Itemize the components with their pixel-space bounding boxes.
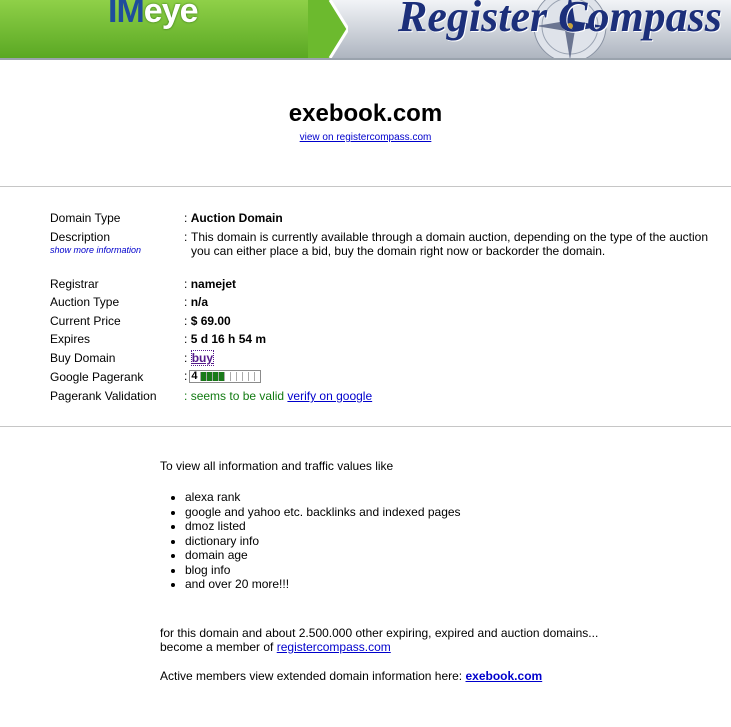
- pagerank-validation-value: : seems to be valid verify on google: [184, 389, 373, 403]
- logo-im-text: IM: [108, 0, 145, 30]
- imeye-logo[interactable]: IMeye: [108, 0, 199, 31]
- buy-link[interactable]: buy: [190, 350, 215, 366]
- section-divider: [0, 426, 731, 427]
- site-banner: IMeye Register Compass: [0, 0, 731, 58]
- auction-type-label: Auction Type: [50, 295, 120, 309]
- feature-list-item: domain age: [185, 548, 461, 563]
- feature-list-item: and over 20 more!!!: [185, 577, 461, 592]
- domain-type-value: : Auction Domain: [184, 211, 283, 225]
- google-pagerank-value: :4: [184, 369, 714, 384]
- pagerank-valid-status: seems to be valid: [190, 389, 285, 403]
- pagerank-validation-label: Pagerank Validation: [50, 389, 157, 403]
- extended-info-link[interactable]: exebook.com: [466, 669, 543, 683]
- expires-label: Expires: [50, 332, 91, 346]
- promo-intro: To view all information and traffic valu…: [160, 459, 394, 473]
- pagerank-cell-empty: [254, 372, 261, 382]
- feature-list-item: google and yahoo etc. backlinks and inde…: [185, 505, 461, 520]
- promo-line1: for this domain and about 2.500.000 othe…: [160, 626, 599, 640]
- feature-list-item: dmoz listed: [185, 519, 461, 534]
- view-on-registercompass-link[interactable]: view on registercompass.com: [300, 132, 432, 143]
- verify-on-google-link[interactable]: verify on google: [287, 389, 372, 403]
- description-value: : This domain is currently available thr…: [184, 230, 708, 258]
- feature-list-item: dictionary info: [185, 534, 461, 549]
- registercompass-member-link[interactable]: registercompass.com: [277, 640, 391, 654]
- current-price-value: : $ 69.00: [184, 314, 231, 328]
- feature-list: alexa rankgoogle and yahoo etc. backlink…: [160, 490, 461, 592]
- registercompass-title[interactable]: Register Compass: [398, 0, 722, 42]
- active-members-line: Active members view extended domain info…: [160, 669, 543, 683]
- buy-domain-label: Buy Domain: [50, 351, 116, 365]
- section-divider: [0, 186, 731, 187]
- chevron-divider-icon: [308, 0, 348, 58]
- show-more-information-link[interactable]: show more information: [50, 245, 141, 255]
- pagerank-number: 4: [191, 370, 198, 383]
- domain-type-label: Domain Type: [50, 211, 121, 225]
- promo-line2: become a member of registercompass.com: [160, 640, 391, 654]
- pagerank-bar: 4: [189, 370, 262, 384]
- domain-title: exebook.com: [288, 100, 443, 127]
- registrar-value: : namejet: [184, 277, 237, 291]
- auction-type-value: : n/a: [184, 295, 209, 309]
- registrar-label: Registrar: [50, 277, 99, 291]
- current-price-label: Current Price: [50, 314, 121, 328]
- expires-value: : 5 d 16 h 54 m: [184, 332, 267, 346]
- description-label: Description: [50, 230, 111, 244]
- feature-list-item: alexa rank: [185, 490, 461, 505]
- logo-eye-text: eye: [143, 0, 199, 30]
- banner-divider: [0, 58, 731, 60]
- buy-domain-value: : buy: [184, 350, 215, 366]
- google-pagerank-label: Google Pagerank: [50, 370, 144, 384]
- feature-list-item: blog info: [185, 563, 461, 578]
